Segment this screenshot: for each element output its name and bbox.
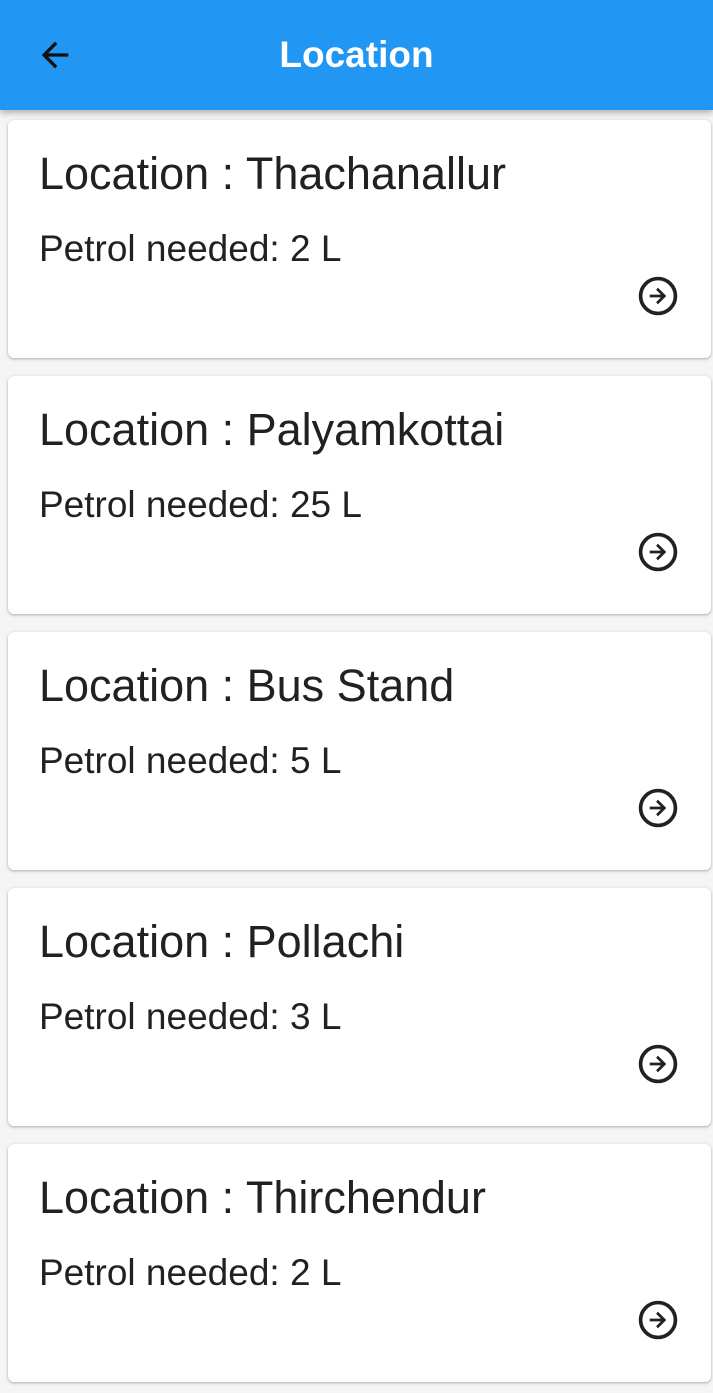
location-title: Location : Bus Stand <box>39 660 455 711</box>
open-location-button[interactable] <box>632 1038 684 1090</box>
petrol-needed: Petrol needed: 25 L <box>39 484 362 525</box>
open-location-button[interactable] <box>632 782 684 834</box>
location-card[interactable]: Location : Pollachi Petrol needed: 3 L <box>8 888 711 1126</box>
location-card[interactable]: Location : Thachanallur Petrol needed: 2… <box>8 120 711 358</box>
petrol-needed: Petrol needed: 3 L <box>39 996 342 1037</box>
location-card[interactable]: Location : Palyamkottai Petrol needed: 2… <box>8 376 711 614</box>
arrow-circle-right-icon <box>638 276 678 316</box>
location-card[interactable]: Location : Thirchendur Petrol needed: 2 … <box>8 1144 711 1382</box>
location-title: Location : Thachanallur <box>39 148 506 199</box>
location-title: Location : Pollachi <box>39 916 405 967</box>
open-location-button[interactable] <box>632 526 684 578</box>
location-title: Location : Thirchendur <box>39 1172 486 1223</box>
open-location-button[interactable] <box>632 1294 684 1346</box>
petrol-needed: Petrol needed: 2 L <box>39 1252 342 1293</box>
location-title: Location : Palyamkottai <box>39 404 505 455</box>
arrow-circle-right-icon <box>638 532 678 572</box>
open-location-button[interactable] <box>632 270 684 322</box>
petrol-needed: Petrol needed: 2 L <box>39 228 342 269</box>
arrow-circle-right-icon <box>638 788 678 828</box>
page-title: Location <box>279 34 434 75</box>
arrow-circle-right-icon <box>638 1300 678 1340</box>
petrol-needed: Petrol needed: 5 L <box>39 740 342 781</box>
arrow-circle-right-icon <box>638 1044 678 1084</box>
location-card[interactable]: Location : Bus Stand Petrol needed: 5 L <box>8 632 711 870</box>
app-bar: Location <box>0 0 713 110</box>
